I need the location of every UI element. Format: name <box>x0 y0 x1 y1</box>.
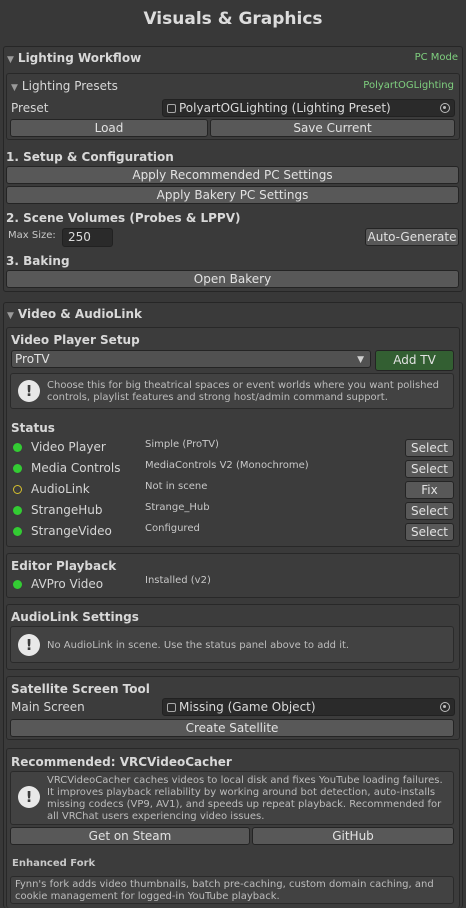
load-button[interactable]: Load <box>10 119 208 137</box>
auto-generate-button[interactable]: Auto-Generate <box>365 228 459 246</box>
audiolink-help-box: ! No AudioLink in scene. Use the status … <box>10 626 454 663</box>
video-player-setup-header: Video Player Setup <box>11 333 140 347</box>
warning-icon: ! <box>18 634 40 656</box>
warning-icon: ! <box>18 786 40 808</box>
main-screen-label: Main Screen <box>11 700 85 714</box>
warning-icon: ! <box>18 380 40 402</box>
avpro-value: Installed (v2) <box>145 575 211 586</box>
video-audiolink-header[interactable]: ▼ Video & AudioLink <box>7 307 142 321</box>
enhanced-fork-text: Fynn's fork adds video thumbnails, batch… <box>15 879 434 902</box>
status-value: Simple (ProTV) <box>145 439 219 450</box>
status-label: StrangeVideo <box>31 524 112 538</box>
object-icon <box>167 104 176 113</box>
videocacher-help-text: VRCVideoCacher caches videos to local di… <box>47 775 443 822</box>
status-ok-icon <box>13 580 22 589</box>
audiolink-settings-header: AudioLink Settings <box>11 610 139 624</box>
max-size-input[interactable]: 250 <box>62 228 113 247</box>
foldout-arrow-icon[interactable]: ▼ <box>7 55 14 65</box>
select-media-controls-button[interactable]: Select <box>405 460 454 478</box>
preset-object-field[interactable]: PolyartOGLighting (Lighting Preset) <box>162 99 455 117</box>
video-player-help-box: ! Choose this for big theatrical spaces … <box>10 373 454 409</box>
satellite-screen-header: Satellite Screen Tool <box>11 682 150 696</box>
select-strangehub-button[interactable]: Select <box>405 502 454 520</box>
status-label: Media Controls <box>31 461 121 475</box>
github-button[interactable]: GitHub <box>252 827 454 845</box>
baking-header: 3. Baking <box>6 254 70 268</box>
status-value: Not in scene <box>145 481 208 492</box>
preset-name-label: PolyartOGLighting <box>363 80 454 91</box>
lighting-presets-header[interactable]: ▼ Lighting Presets <box>11 79 118 93</box>
object-icon <box>167 703 176 712</box>
chevron-down-icon: ▼ <box>357 355 364 365</box>
status-label: StrangeHub <box>31 503 103 517</box>
status-ok-icon <box>13 506 22 515</box>
open-bakery-button[interactable]: Open Bakery <box>6 270 459 288</box>
status-ok-icon <box>13 527 22 536</box>
object-picker-icon[interactable] <box>440 103 450 113</box>
video-audiolink-title: Video & AudioLink <box>17 307 142 321</box>
editor-playback-header: Editor Playback <box>11 559 117 573</box>
status-label: AudioLink <box>31 482 90 496</box>
lighting-presets-title: Lighting Presets <box>21 79 118 93</box>
status-ok-icon <box>13 443 22 452</box>
apply-pc-settings-button[interactable]: Apply Recommended PC Settings <box>6 166 459 184</box>
add-tv-button[interactable]: Add TV <box>375 350 454 371</box>
fix-audiolink-button[interactable]: Fix <box>405 481 454 499</box>
lighting-workflow-title: Lighting Workflow <box>17 51 142 65</box>
audiolink-help-text: No AudioLink in scene. Use the status pa… <box>47 640 350 651</box>
status-warning-icon <box>13 485 22 494</box>
preset-value: PolyartOGLighting (Lighting Preset) <box>179 101 391 115</box>
save-current-button[interactable]: Save Current <box>210 119 455 137</box>
apply-bakery-settings-button[interactable]: Apply Bakery PC Settings <box>6 186 459 204</box>
preset-label: Preset <box>11 101 49 115</box>
avpro-label: AVPro Video <box>31 577 104 591</box>
scene-volumes-header: 2. Scene Volumes (Probes & LPPV) <box>6 211 241 225</box>
enhanced-fork-header: Enhanced Fork <box>12 858 96 869</box>
status-value: Strange_Hub <box>145 502 210 513</box>
status-value: Configured <box>145 523 200 534</box>
video-player-selected: ProTV <box>15 352 50 366</box>
foldout-arrow-icon[interactable]: ▼ <box>7 311 14 321</box>
get-on-steam-button[interactable]: Get on Steam <box>10 827 250 845</box>
select-video-player-button[interactable]: Select <box>405 439 454 457</box>
lighting-workflow-header[interactable]: ▼ Lighting Workflow <box>7 51 141 65</box>
setup-header: 1. Setup & Configuration <box>6 150 174 164</box>
status-value: MediaControls V2 (Monochrome) <box>145 460 309 471</box>
status-ok-icon <box>13 464 22 473</box>
max-size-label: Max Size: <box>8 230 56 241</box>
object-picker-icon[interactable] <box>440 702 450 712</box>
select-strangevideo-button[interactable]: Select <box>405 523 454 541</box>
video-player-dropdown[interactable]: ProTV ▼ <box>11 350 371 368</box>
enhanced-fork-box: Fynn's fork adds video thumbnails, batch… <box>10 876 454 904</box>
pc-mode-label: PC Mode <box>414 52 458 63</box>
main-screen-value: Missing (Game Object) <box>179 700 316 714</box>
main-screen-object-field[interactable]: Missing (Game Object) <box>162 698 455 716</box>
videocacher-help-box: ! VRCVideoCacher caches videos to local … <box>10 771 454 825</box>
video-player-help-text: Choose this for big theatrical spaces or… <box>47 380 440 403</box>
videocacher-header: Recommended: VRCVideoCacher <box>11 755 232 769</box>
create-satellite-button[interactable]: Create Satellite <box>10 719 454 737</box>
status-label: Video Player <box>31 440 106 454</box>
window-title: Visuals & Graphics <box>143 9 323 29</box>
foldout-arrow-icon[interactable]: ▼ <box>11 83 18 93</box>
status-header: Status <box>11 421 55 435</box>
